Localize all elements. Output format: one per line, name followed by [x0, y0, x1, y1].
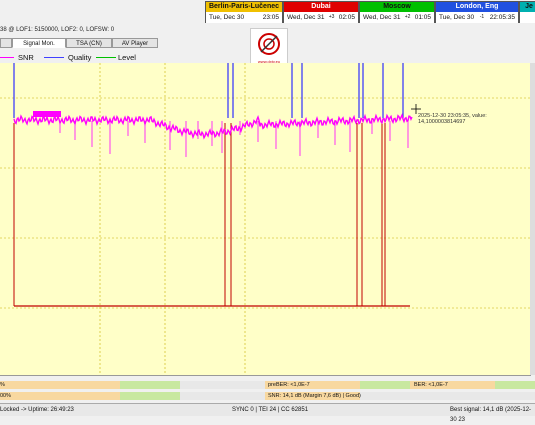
tuner-info: 38 @ LOF1: 5150000, LOF2: 0, LOFSW: 0	[0, 27, 115, 33]
cursor-annotation: 2025-12-30 23:05:35, value: 14,100000381…	[418, 113, 487, 125]
clock-day: Wed, Dec 31	[287, 14, 325, 21]
clock-name: Moscow	[360, 2, 434, 12]
clock-offset: +2	[404, 14, 411, 20]
clock-name: Dubai	[284, 2, 358, 12]
clock-day: Wed, Dec 31	[363, 14, 401, 21]
clock-city-moscow: Moscow Wed, Dec 31 +2 01:05	[359, 1, 435, 23]
legend-snr: SNR	[18, 53, 34, 62]
legend-level: Level	[118, 53, 136, 62]
clock-city-partial: Je	[519, 1, 535, 23]
snr-text: SNR: 14,1 dB (Margin 7,6 dB) | Good)	[268, 393, 361, 399]
legend-quality-line	[44, 57, 64, 58]
preber-text: preBER: <1,0E-7	[268, 382, 310, 388]
tab-av-player[interactable]: AV Player	[112, 38, 158, 48]
clock-name: London, Eng	[436, 2, 518, 12]
status-best-signal: Best signal: 14,1 dB (2025-12-30 23	[450, 407, 532, 423]
signal-chart[interactable]: 2025-12-30 23:05:35, value: 14,100000381…	[0, 63, 531, 376]
clock-offset: +3	[328, 14, 335, 20]
clock-offset: -1	[479, 14, 485, 20]
clock-city-london: London, Eng Tue, Dec 30 -1 22:05:35	[435, 1, 519, 23]
clock-time: 01:05	[414, 14, 431, 21]
clock-day: Tue, Dec 30	[439, 14, 475, 21]
ber-text: BER: <1,0E-7	[414, 382, 448, 388]
clock-name: Je	[520, 2, 535, 12]
world-clock-bar: Berlin-Paris-Lučenec Tue, Dec 30 23:05 Du…	[205, 0, 535, 24]
status-locked: Locked -> Uptime: 26:49:23	[0, 407, 74, 413]
chart-legend: SNR Quality Level	[0, 51, 535, 63]
tab-first[interactable]	[0, 38, 12, 48]
clock-city-dubai: Dubai Wed, Dec 31 +3 02:05	[283, 1, 359, 23]
legend-quality: Quality	[68, 53, 92, 62]
snr-bump	[33, 111, 61, 117]
clock-city-berlin: Berlin-Paris-Lučenec Tue, Dec 30 23:05	[205, 1, 283, 23]
snr-bar: 00% SNR: 14,1 dB (Margin 7,6 dB) | Good)	[0, 392, 535, 400]
clock-name: Berlin-Paris-Lučenec	[206, 2, 282, 12]
tab-signal-mon[interactable]: Signal Mon.	[12, 38, 66, 48]
ber-bar: % preBER: <1,0E-7 BER: <1,0E-7	[0, 381, 535, 389]
vertical-scrollbar[interactable]	[530, 63, 535, 375]
legend-level-line	[96, 57, 116, 58]
chart-svg	[0, 63, 530, 375]
clock-day: Tue, Dec 30	[209, 14, 245, 21]
clock-time: 22:05:35	[489, 14, 515, 21]
legend-snr-line	[0, 57, 14, 58]
status-sync: SYNC 0 | TEI 24 | CC 62851	[232, 407, 309, 413]
status-bar: Locked -> Uptime: 26:49:23 SYNC 0 | TEI …	[0, 403, 535, 423]
snr-left: 00%	[0, 393, 12, 399]
clock-time: 23:05	[262, 14, 279, 21]
clock-time: 02:05	[338, 14, 355, 21]
ber-left: %	[0, 382, 5, 388]
tab-tsa[interactable]: TSA (CN)	[66, 38, 112, 48]
snr-trace	[13, 113, 413, 140]
